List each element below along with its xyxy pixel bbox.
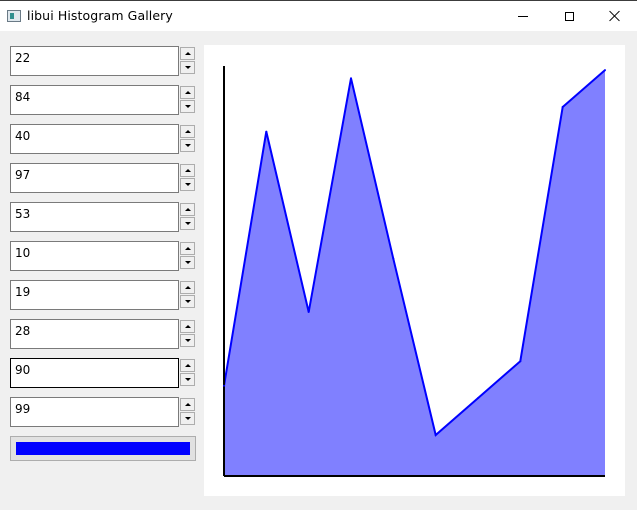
decrement-arrow-icon[interactable]	[180, 334, 195, 347]
value-input[interactable]	[10, 124, 179, 154]
increment-arrow-icon[interactable]	[180, 281, 195, 294]
spin-arrows	[180, 203, 196, 231]
title-bar: libui Histogram Gallery	[0, 0, 637, 31]
window-title: libui Histogram Gallery	[27, 8, 173, 23]
value-input[interactable]	[10, 46, 179, 76]
value-spinbox-10[interactable]	[10, 397, 196, 427]
maximize-icon	[564, 11, 574, 21]
histogram-fill	[224, 70, 605, 476]
value-spinbox-9[interactable]	[10, 358, 196, 388]
app-window-icon	[7, 10, 21, 22]
value-input[interactable]	[10, 163, 179, 193]
value-input[interactable]	[10, 202, 179, 232]
increment-arrow-icon[interactable]	[180, 398, 195, 411]
spin-arrows	[180, 359, 196, 387]
increment-arrow-icon[interactable]	[180, 320, 195, 333]
value-spinbox-7[interactable]	[10, 280, 196, 310]
increment-arrow-icon[interactable]	[180, 203, 195, 216]
decrement-arrow-icon[interactable]	[180, 100, 195, 113]
increment-arrow-icon[interactable]	[180, 359, 195, 372]
value-input[interactable]	[10, 397, 179, 427]
value-input[interactable]	[10, 319, 179, 349]
decrement-arrow-icon[interactable]	[180, 178, 195, 191]
data-point-10	[604, 69, 606, 72]
close-icon	[608, 10, 620, 22]
value-spinbox-1[interactable]	[10, 46, 196, 76]
data-point-2	[265, 130, 268, 133]
value-spinbox-2[interactable]	[10, 85, 196, 115]
increment-arrow-icon[interactable]	[180, 242, 195, 255]
decrement-arrow-icon[interactable]	[180, 412, 195, 425]
decrement-arrow-icon[interactable]	[180, 61, 195, 74]
value-input[interactable]	[10, 241, 179, 271]
minimize-icon	[518, 15, 528, 17]
data-point-4	[350, 77, 352, 80]
value-spinbox-3[interactable]	[10, 124, 196, 154]
color-swatch	[16, 442, 190, 455]
data-point-1	[223, 384, 225, 387]
value-input[interactable]	[10, 358, 179, 388]
maximize-button[interactable]	[546, 1, 592, 31]
color-button[interactable]	[10, 436, 196, 461]
value-spinbox-8[interactable]	[10, 319, 196, 349]
value-spinbox-5[interactable]	[10, 202, 196, 232]
spin-arrows	[180, 398, 196, 426]
spin-arrows	[180, 164, 196, 192]
decrement-arrow-icon[interactable]	[180, 139, 195, 152]
value-spinbox-4[interactable]	[10, 163, 196, 193]
increment-arrow-icon[interactable]	[180, 164, 195, 177]
data-point-5	[392, 257, 395, 260]
increment-arrow-icon[interactable]	[180, 125, 195, 138]
spin-arrows	[180, 242, 196, 270]
data-point-9	[561, 106, 564, 108]
histogram-area[interactable]	[204, 45, 625, 496]
spin-arrows	[180, 125, 196, 153]
increment-arrow-icon[interactable]	[180, 47, 195, 60]
value-input[interactable]	[10, 85, 179, 115]
data-point-6	[434, 434, 437, 436]
minimize-button[interactable]	[500, 1, 546, 31]
decrement-arrow-icon[interactable]	[180, 373, 195, 386]
close-button[interactable]	[591, 1, 637, 31]
increment-arrow-icon[interactable]	[180, 86, 195, 99]
data-point-3	[307, 311, 310, 313]
histogram-chart	[223, 66, 606, 477]
spin-arrows	[180, 281, 196, 309]
decrement-arrow-icon[interactable]	[180, 217, 195, 230]
decrement-arrow-icon[interactable]	[180, 295, 195, 308]
decrement-arrow-icon[interactable]	[180, 256, 195, 269]
value-spinbox-6[interactable]	[10, 241, 196, 271]
spin-arrows	[180, 86, 196, 114]
data-point-8	[519, 360, 522, 363]
spin-arrows	[180, 47, 196, 75]
spin-arrows	[180, 320, 196, 348]
value-input[interactable]	[10, 280, 179, 310]
data-point-7	[477, 397, 479, 400]
